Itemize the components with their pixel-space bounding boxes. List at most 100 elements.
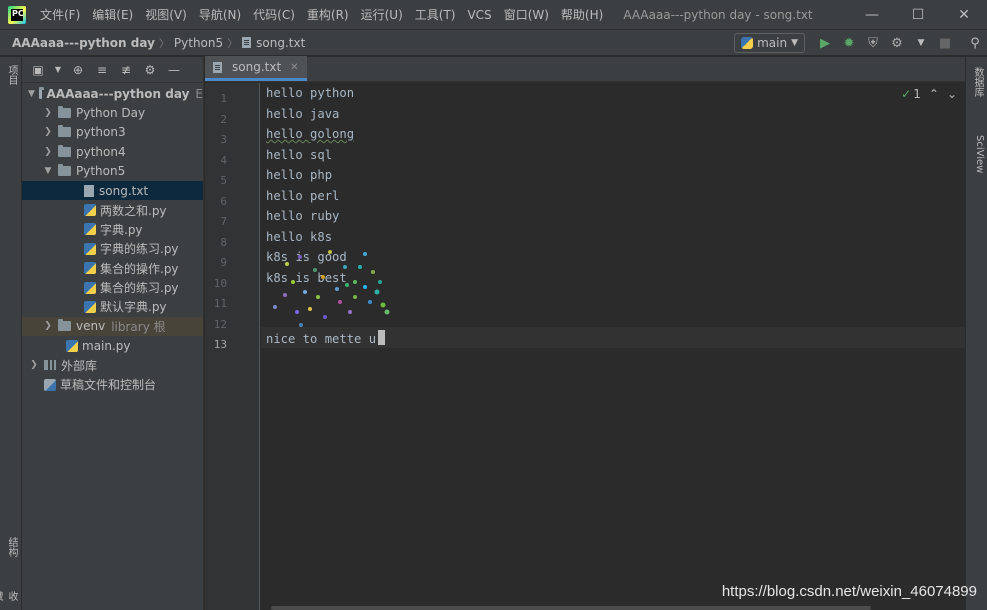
chevron-right-icon[interactable]: ❯: [42, 127, 54, 137]
python-file-icon: [84, 300, 96, 313]
hide-icon[interactable]: —: [166, 63, 182, 77]
chevron-down-icon[interactable]: ▼: [54, 65, 62, 74]
collapse-all-icon[interactable]: ≢: [118, 63, 134, 77]
tree-root-label: AAAaaa---python day: [46, 86, 190, 101]
tool-tab-sciview[interactable]: SciView: [969, 135, 985, 173]
tree-item-note: library 根: [111, 319, 166, 334]
folder-icon: [58, 125, 71, 138]
chevron-up-icon[interactable]: ⌃: [929, 87, 939, 101]
project-tree: ▼ AAAaaa---python day E ❯ Python Day ❯ p…: [22, 83, 203, 394]
run-icon[interactable]: ▶: [813, 31, 837, 55]
breadcrumb-separator-icon: 〉: [227, 36, 239, 50]
breadcrumb-file-label: song.txt: [256, 35, 306, 50]
minimize-button[interactable]: —: [849, 0, 895, 30]
menu-window[interactable]: 窗口(W): [498, 0, 555, 30]
tree-item-label: 字典.py: [100, 222, 143, 237]
tree-item-file[interactable]: 字典.py: [22, 220, 203, 239]
tree-item-file[interactable]: 集合的操作.py: [22, 259, 203, 278]
scratches-icon: [44, 378, 56, 391]
right-tool-strip: 数据库 SciView: [965, 57, 987, 610]
menu-edit[interactable]: 编辑(E): [86, 0, 139, 30]
tree-item-label: Python5: [76, 164, 126, 179]
tree-item-song-txt[interactable]: song.txt: [22, 180, 203, 201]
tree-item-python5[interactable]: ▼ Python5: [22, 162, 203, 181]
particles: [273, 250, 390, 327]
profile-icon[interactable]: ⚙: [885, 31, 909, 55]
menu-run[interactable]: 运行(U): [355, 0, 409, 30]
tree-item-file[interactable]: 集合的练习.py: [22, 278, 203, 297]
tree-item-label: python3: [76, 125, 126, 140]
expand-all-icon[interactable]: ≡: [94, 63, 110, 77]
menu-vcs[interactable]: VCS: [461, 0, 497, 30]
menu-view[interactable]: 视图(V): [139, 0, 193, 30]
folder-icon: [38, 86, 44, 99]
debug-icon[interactable]: ✹: [837, 31, 861, 55]
breadcrumb-file[interactable]: song.txt: [242, 36, 305, 50]
tree-item-python-day[interactable]: ❯ Python Day: [22, 103, 203, 122]
chevron-right-icon[interactable]: ❯: [42, 321, 54, 331]
folder-icon: [58, 106, 71, 119]
tree-item-label: python4: [76, 144, 126, 159]
chevron-right-icon[interactable]: ❯: [28, 360, 40, 370]
tree-item-file[interactable]: 默认字典.py: [22, 297, 203, 316]
pycharm-logo-icon: PC: [8, 5, 26, 24]
menu-file[interactable]: 文件(F): [34, 0, 86, 30]
maximize-button[interactable]: ☐: [895, 0, 941, 30]
tool-tab-favorites[interactable]: 收藏: [0, 591, 19, 610]
more-run-options-icon[interactable]: ▼: [909, 31, 933, 55]
chevron-down-icon[interactable]: ▼: [42, 166, 54, 176]
tree-item-label: 两数之和.py: [100, 203, 167, 218]
chevron-down-icon: ▼: [791, 38, 798, 48]
tree-item-label: Python Day: [76, 106, 146, 121]
menu-tools[interactable]: 工具(T): [409, 0, 462, 30]
left-tool-strip: 项目 结构 收藏: [0, 57, 22, 610]
chevron-down-icon[interactable]: ⌄: [947, 87, 957, 101]
chevron-right-icon[interactable]: ❯: [42, 147, 54, 157]
particle-effect-overlay: [273, 250, 390, 327]
menu-help[interactable]: 帮助(H): [555, 0, 609, 30]
close-button[interactable]: ✕: [941, 0, 987, 30]
horizontal-scrollbar[interactable]: [271, 606, 871, 610]
tree-item-label: venv: [76, 319, 106, 334]
chevron-down-icon[interactable]: ▼: [28, 89, 35, 99]
stop-icon[interactable]: ■: [933, 31, 957, 55]
tree-item-main-py[interactable]: main.py: [22, 336, 203, 355]
menu-code[interactable]: 代码(C): [247, 0, 301, 30]
chevron-right-icon[interactable]: ❯: [42, 108, 54, 118]
breadcrumb-folder[interactable]: Python5: [174, 36, 223, 50]
run-config-selector[interactable]: main ▼: [734, 33, 805, 53]
menu-refactor[interactable]: 重构(R): [301, 0, 355, 30]
project-view-icon[interactable]: ▣: [30, 63, 46, 77]
tree-item-venv[interactable]: ❯ venv library 根: [22, 316, 203, 337]
breadcrumb-project[interactable]: AAAaaa---python day: [12, 36, 155, 50]
inspection-widget[interactable]: ✓ 1 ⌃ ⌄: [901, 87, 957, 101]
python-file-icon: [84, 223, 96, 236]
python-icon: [741, 37, 754, 49]
menu-navigate[interactable]: 导航(N): [193, 0, 247, 30]
inspection-count: 1: [913, 87, 921, 101]
tree-item-label: 草稿文件和控制台: [60, 378, 157, 393]
tree-item-label: 集合的操作.py: [100, 261, 179, 276]
folder-icon: [58, 319, 71, 332]
tree-item-file[interactable]: 字典的练习.py: [22, 239, 203, 258]
tree-item-file[interactable]: 两数之和.py: [22, 200, 203, 219]
folder-icon: [58, 144, 71, 157]
tree-root[interactable]: ▼ AAAaaa---python day E: [22, 84, 203, 103]
editor-area: song.txt ✕ 1 2 3 4 5 6 7 8 9 10 11 12 13…: [205, 56, 965, 610]
tree-item-label: 外部库: [61, 358, 98, 373]
window-title: AAAaaa---python day - song.txt: [623, 7, 813, 22]
tree-item-external-libraries[interactable]: ❯ 外部库: [22, 355, 203, 374]
tree-item-python4[interactable]: ❯ python4: [22, 142, 203, 161]
python-file-icon: [84, 204, 96, 217]
watermark-text: https://blog.csdn.net/weixin_46074899: [721, 583, 977, 600]
search-icon[interactable]: ⚲: [963, 31, 987, 55]
tool-tab-database[interactable]: 数据库: [969, 67, 985, 97]
gear-icon[interactable]: ⚙: [142, 63, 158, 77]
tree-item-scratches[interactable]: 草稿文件和控制台: [22, 375, 203, 394]
text-file-icon: [242, 37, 252, 48]
tree-item-python3[interactable]: ❯ python3: [22, 123, 203, 142]
tool-tab-project[interactable]: 项目: [3, 65, 19, 85]
coverage-icon[interactable]: ⛨: [861, 31, 885, 55]
tool-tab-structure[interactable]: 结构: [3, 537, 19, 557]
locate-icon[interactable]: ⊕: [70, 63, 86, 77]
